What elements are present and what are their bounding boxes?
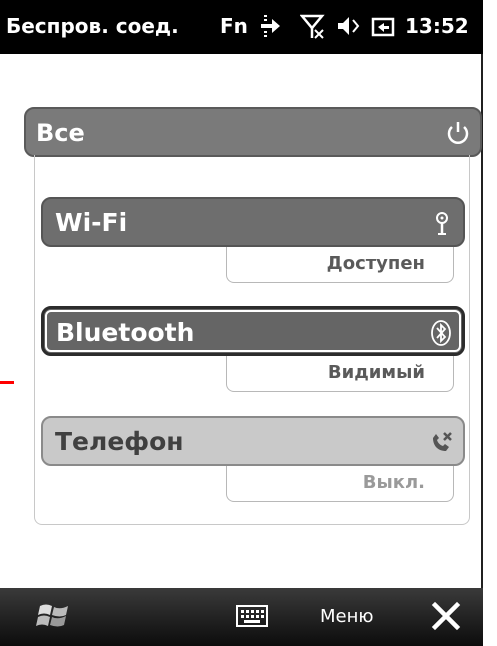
close-icon[interactable] <box>430 600 462 632</box>
bluetooth-status: Видимый <box>226 356 454 392</box>
menu-button[interactable]: Меню <box>320 606 374 627</box>
all-label: Все <box>36 119 85 147</box>
phone-off-icon <box>433 432 452 451</box>
wifi-status: Доступен <box>226 247 454 283</box>
status-title: Беспров. соед. <box>6 14 179 38</box>
bluetooth-icon <box>431 320 451 346</box>
keyboard-icon[interactable] <box>236 604 268 628</box>
phone-status-text: Выкл. <box>362 472 425 493</box>
wifi-antenna-icon <box>436 212 448 235</box>
bottom-menu-bar: Меню <box>0 588 483 646</box>
data-transfer-icon[interactable] <box>258 12 284 40</box>
clock: 13:52 <box>405 14 469 38</box>
fn-indicator: Fn <box>220 14 248 38</box>
windows-start-icon[interactable] <box>36 600 72 632</box>
power-icon[interactable] <box>444 119 472 147</box>
status-bar: Беспров. соед. Fn 13:52 <box>0 0 483 54</box>
speaker-muted-icon[interactable] <box>336 12 362 40</box>
bluetooth-toggle[interactable]: Bluetooth <box>41 306 465 356</box>
wifi-toggle[interactable]: Wi-Fi <box>41 197 465 247</box>
bluetooth-status-text: Видимый <box>327 362 425 383</box>
all-toggle-bar[interactable]: Все <box>24 107 482 157</box>
phone-toggle[interactable]: Телефон <box>41 416 465 466</box>
no-signal-icon[interactable] <box>300 12 326 40</box>
battery-charging-icon[interactable] <box>370 12 396 40</box>
device-screen: Беспров. соед. Fn 13:52 Все Wi-Fi Доступ… <box>0 0 483 646</box>
phone-status: Выкл. <box>226 466 454 502</box>
wifi-status-text: Доступен <box>326 253 425 274</box>
wifi-label: Wi-Fi <box>55 208 128 237</box>
phone-label: Телефон <box>55 427 184 456</box>
pointer-marker <box>0 381 14 384</box>
bluetooth-label: Bluetooth <box>56 318 195 347</box>
